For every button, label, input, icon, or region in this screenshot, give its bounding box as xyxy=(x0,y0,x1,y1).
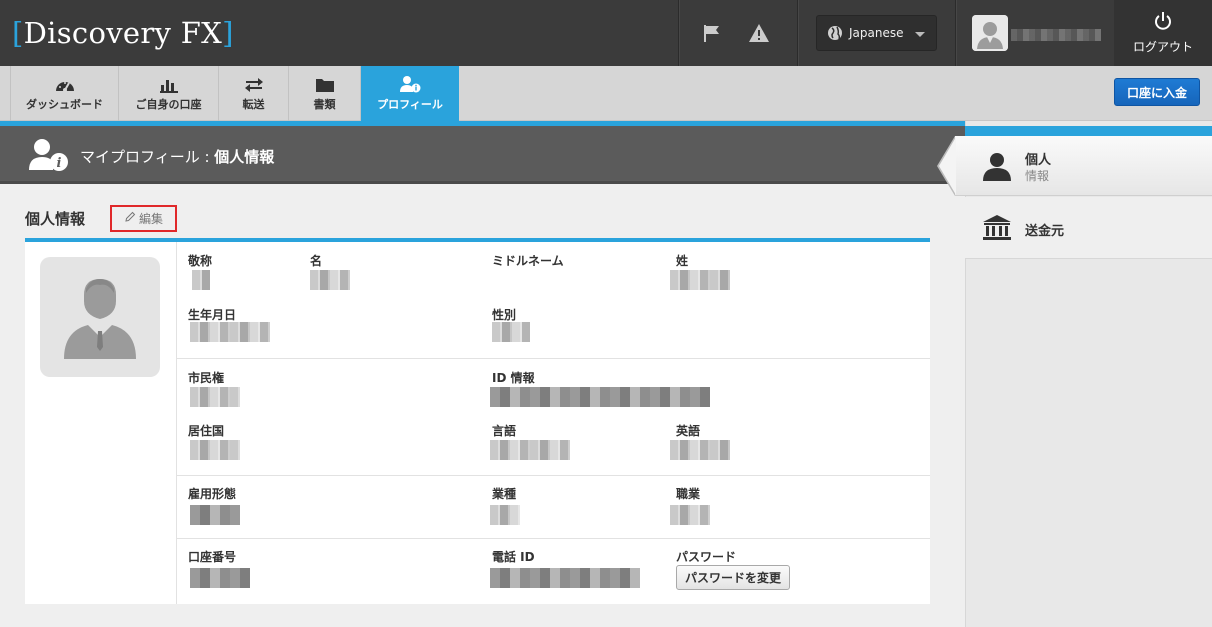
tab-label: ダッシュボード xyxy=(26,98,103,111)
dashboard-icon xyxy=(55,75,75,93)
field-value-birth-date xyxy=(190,322,270,342)
deposit-button[interactable]: 口座に入金 xyxy=(1114,78,1200,106)
logout-button[interactable]: ログアウト xyxy=(1114,0,1212,66)
edit-label: 編集 xyxy=(138,212,163,226)
tab-label: プロフィール xyxy=(377,98,443,111)
profile-avatar xyxy=(40,257,160,377)
language-select[interactable]: Japanese xyxy=(816,15,937,51)
sidebar-item-label: 送金元 xyxy=(1025,224,1065,239)
section-title: 個人情報 xyxy=(25,210,86,228)
logo-text: Discovery FX xyxy=(23,16,223,50)
flag-icon[interactable] xyxy=(701,22,723,44)
field-label-language: 言語 xyxy=(492,424,517,438)
divider xyxy=(678,0,679,66)
bank-icon xyxy=(982,214,1012,245)
field-value-last-name xyxy=(670,270,730,290)
field-label-phone-id: 電話 ID xyxy=(492,550,535,564)
field-value-account-number xyxy=(190,568,250,588)
field-label-residence: 居住国 xyxy=(188,424,225,438)
svg-text:i: i xyxy=(57,156,62,171)
field-value-first-name xyxy=(310,270,350,290)
divider xyxy=(955,0,956,66)
field-value-citizenship xyxy=(190,387,240,407)
tab-label: 転送 xyxy=(242,98,265,111)
field-label-salutation: 敬称 xyxy=(188,254,213,268)
bar-chart-icon xyxy=(159,75,179,93)
folder-icon xyxy=(315,75,335,93)
tab-transfer[interactable]: 転送 xyxy=(219,66,289,121)
warning-icon[interactable] xyxy=(748,22,770,44)
person-icon xyxy=(982,151,1012,184)
user-info-icon xyxy=(399,75,421,93)
tab-dashboard[interactable]: ダッシュボード xyxy=(10,66,119,121)
field-label-first-name: 名 xyxy=(310,254,323,268)
field-label-industry: 業種 xyxy=(492,487,517,501)
language-label: Japanese xyxy=(849,26,904,40)
sidebar-item-label: 個人 xyxy=(1025,153,1052,168)
field-value-id-info xyxy=(490,387,710,407)
change-password-button[interactable]: パスワードを変更 xyxy=(676,565,790,590)
field-value-gender xyxy=(492,322,530,342)
username-redacted xyxy=(1011,29,1101,41)
field-label-gender: 性別 xyxy=(492,308,517,322)
globe-icon xyxy=(827,25,843,41)
field-label-english: 英語 xyxy=(676,424,701,438)
transfer-arrows-icon xyxy=(244,75,264,93)
field-label-account-number: 口座番号 xyxy=(188,550,237,564)
tab-documents[interactable]: 書類 xyxy=(289,66,361,121)
pencil-icon xyxy=(124,211,136,226)
divider xyxy=(176,475,930,476)
divider xyxy=(176,538,930,539)
field-value-employment xyxy=(190,505,240,525)
main-nav: ダッシュボード ご自身の口座 転送 書類 プロフィール xyxy=(0,66,1212,128)
field-label-last-name: 姓 xyxy=(676,254,689,268)
field-label-occupation: 職業 xyxy=(676,487,701,501)
field-label-citizenship: 市民権 xyxy=(188,371,225,385)
top-bar: [Discovery FX] Japanese ログアウト xyxy=(0,0,1212,66)
field-value-occupation xyxy=(670,505,710,525)
tab-profile[interactable]: プロフィール xyxy=(361,66,459,128)
sidebar-item-sublabel: 情報 xyxy=(1025,169,1050,183)
tab-label: 書類 xyxy=(313,98,336,111)
field-label-password: パスワード xyxy=(676,550,737,564)
field-label-id-info: ID 情報 xyxy=(492,371,535,385)
chevron-down-icon xyxy=(915,32,925,37)
user-avatar[interactable] xyxy=(972,15,1008,51)
page-title: マイプロフィール : 個人情報 xyxy=(80,146,274,167)
page-title-prefix: マイプロフィール : xyxy=(80,148,215,166)
edit-button[interactable]: 編集 xyxy=(110,205,177,232)
field-value-industry xyxy=(490,505,520,525)
field-value-phone-id xyxy=(490,568,640,588)
divider xyxy=(176,242,177,604)
divider xyxy=(797,0,798,66)
sidebar-accent xyxy=(965,126,1212,136)
field-label-middle-name: ミドルネーム xyxy=(492,254,564,268)
field-value-language xyxy=(490,440,570,460)
tab-label: ご自身の口座 xyxy=(135,98,202,111)
divider xyxy=(176,358,930,359)
field-label-employment: 雇用形態 xyxy=(188,487,237,501)
power-icon xyxy=(1153,11,1173,34)
page-title-current: 個人情報 xyxy=(214,148,275,166)
page-title-bar: i マイプロフィール : 個人情報 xyxy=(0,126,965,184)
user-info-icon: i xyxy=(28,138,70,175)
field-value-residence xyxy=(190,440,240,460)
profile-card xyxy=(25,238,930,604)
field-label-birth-date: 生年月日 xyxy=(188,308,237,322)
field-value-salutation xyxy=(192,270,210,290)
logo[interactable]: [Discovery FX] xyxy=(12,13,234,53)
field-value-english xyxy=(670,440,730,460)
tab-accounts[interactable]: ご自身の口座 xyxy=(119,66,219,121)
logout-label: ログアウト xyxy=(1132,40,1193,54)
